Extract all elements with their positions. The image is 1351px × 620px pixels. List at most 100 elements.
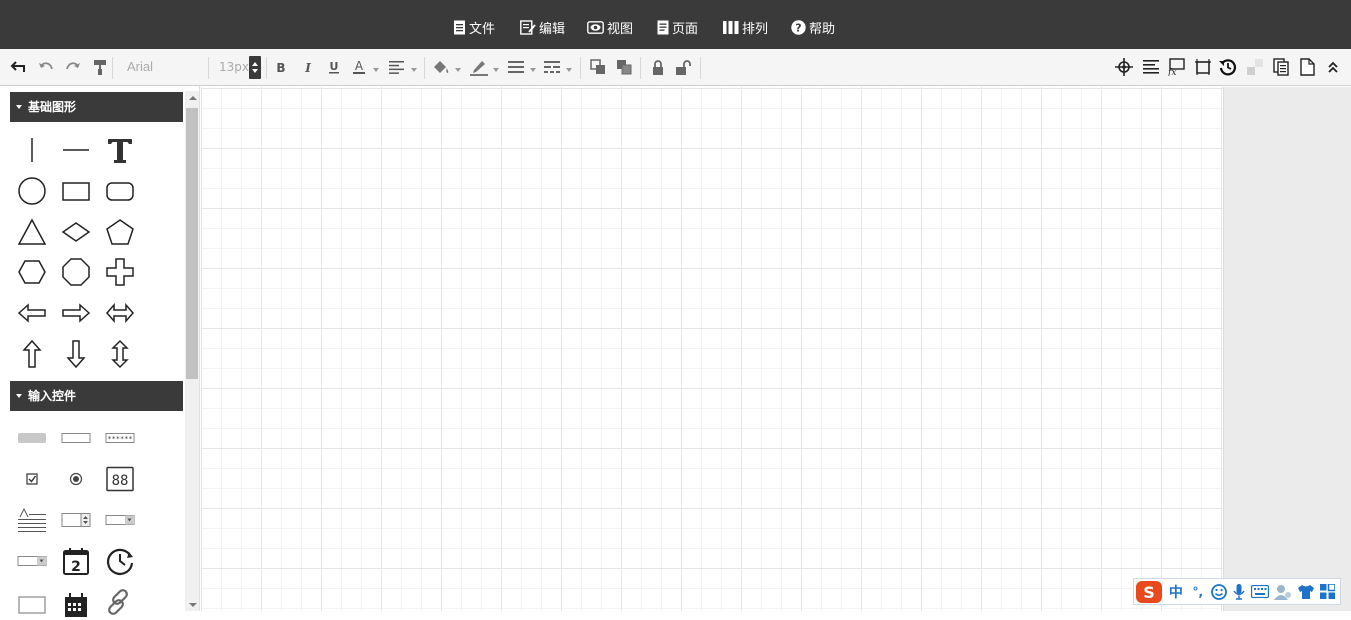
down-arrow-shape[interactable] (58, 336, 94, 372)
panel-box-icon (18, 596, 46, 614)
menu-arrange-label: 排列 (742, 21, 769, 37)
horizontal-line-shape[interactable] (58, 132, 94, 168)
font-color-button[interactable]: A (350, 58, 368, 76)
unlock-icon (676, 59, 691, 75)
menu-edit[interactable]: 编辑 (520, 17, 565, 37)
panel-control[interactable] (14, 584, 50, 620)
copy-page-button[interactable] (1272, 58, 1290, 76)
bring-to-front-button[interactable] (589, 58, 607, 76)
pentagon-shape[interactable] (102, 214, 138, 250)
ime-mode-toggle[interactable]: 中 (1166, 582, 1185, 602)
up-arrow-shape[interactable] (14, 336, 50, 372)
number-display-control[interactable]: 88 (102, 461, 138, 497)
toolbar-divider (424, 57, 425, 79)
send-to-back-button[interactable] (615, 58, 633, 76)
redo-button[interactable] (64, 58, 82, 76)
textarea-control[interactable] (14, 502, 50, 538)
ime-emoji-button[interactable] (1210, 582, 1227, 602)
drawing-canvas[interactable] (201, 87, 1223, 611)
text-shape[interactable] (102, 132, 138, 168)
textarea-icon (18, 507, 46, 532)
bold-button[interactable]: B (272, 58, 290, 76)
ime-logo[interactable]: S (1136, 580, 1163, 603)
circle-shape[interactable] (14, 173, 50, 209)
select-control[interactable] (102, 502, 138, 538)
italic-button[interactable]: I (299, 58, 317, 76)
svg-text:2: 2 (71, 559, 81, 575)
vertical-line-shape[interactable] (14, 132, 50, 168)
date-picker-control[interactable]: 2 (58, 543, 94, 579)
rounded-rectangle-shape[interactable] (102, 173, 138, 209)
combobox-control[interactable] (14, 543, 50, 579)
insert-function-button[interactable]: fx (1167, 58, 1185, 76)
fill-color-button[interactable] (432, 58, 450, 76)
line-style-button[interactable] (543, 58, 561, 76)
text-block-button[interactable] (1142, 58, 1160, 76)
format-painter-button[interactable] (91, 58, 109, 76)
ime-punctuation-toggle[interactable]: °, (1189, 582, 1206, 602)
ime-user-button[interactable] (1273, 582, 1292, 602)
panel-basic-shapes-header[interactable]: 基础图形 (10, 92, 183, 122)
spinner-control[interactable] (58, 502, 94, 538)
password-input-control[interactable]: ****** (102, 420, 138, 456)
time-picker-control[interactable] (102, 543, 138, 579)
resize-button[interactable] (1194, 58, 1212, 76)
menu-view[interactable]: 视图 (587, 17, 633, 37)
menu-arrange[interactable]: 排列 (723, 17, 768, 37)
lock-button[interactable] (649, 58, 667, 76)
menu-help[interactable]: ? 帮助 (791, 17, 835, 37)
checker-icon (1247, 59, 1263, 75)
text-t-icon (108, 139, 132, 163)
hexagon-shape[interactable] (14, 254, 50, 290)
font-size-value: 13px (219, 60, 249, 74)
diamond-shape[interactable] (58, 214, 94, 250)
transparency-button[interactable] (1246, 58, 1264, 76)
history-button[interactable] (1219, 58, 1237, 76)
file-icon (454, 20, 465, 34)
new-page-button[interactable] (1298, 58, 1316, 76)
back-button[interactable] (9, 58, 27, 76)
shape-library-sidebar: 基础图形 输入控件 ****** 88 2 (0, 86, 200, 617)
radio-control[interactable] (58, 461, 94, 497)
menu-page[interactable]: 页面 (657, 17, 698, 37)
canvas-right-margin (1223, 87, 1351, 611)
scroll-up-icon[interactable] (189, 96, 197, 100)
text-input-control[interactable] (58, 420, 94, 456)
checkbox-control[interactable] (14, 461, 50, 497)
send-to-back-icon (617, 60, 632, 75)
panel-title: 输入控件 (28, 389, 77, 403)
link-control[interactable] (102, 584, 138, 620)
ime-voice-button[interactable] (1231, 582, 1246, 602)
sidebar-scrollbar-thumb[interactable] (186, 108, 198, 379)
ime-keyboard-button[interactable] (1250, 582, 1269, 602)
menu-help-label: 帮助 (809, 21, 836, 37)
left-arrow-shape[interactable] (14, 295, 50, 331)
crosshair-button[interactable] (1115, 58, 1133, 76)
up-down-arrow-shape[interactable] (102, 336, 138, 372)
triangle-shape[interactable] (14, 214, 50, 250)
calendar-grid-icon (65, 593, 87, 617)
ime-toolbox-button[interactable] (1319, 582, 1336, 602)
calendar-control[interactable] (58, 584, 94, 620)
font-size-stepper[interactable] (249, 56, 261, 79)
unlock-button[interactable] (674, 58, 692, 76)
underline-button[interactable]: U (325, 58, 343, 76)
cross-shape[interactable] (102, 254, 138, 290)
font-family-select[interactable]: Arial (119, 58, 203, 76)
scroll-down-icon[interactable] (189, 603, 197, 607)
undo-button[interactable] (37, 58, 55, 76)
menu-file[interactable]: 文件 (453, 17, 495, 37)
right-arrow-shape[interactable] (58, 295, 94, 331)
button-control[interactable] (14, 420, 50, 456)
back-arrow-icon (10, 61, 25, 72)
line-color-button[interactable] (470, 58, 488, 76)
collapse-toolbar-button[interactable] (1324, 58, 1342, 76)
ime-toolbar: S 中 °, (1133, 578, 1341, 605)
double-arrow-shape[interactable] (102, 295, 138, 331)
octagon-shape[interactable] (58, 254, 94, 290)
rectangle-shape[interactable] (58, 173, 94, 209)
ime-skin-button[interactable] (1296, 582, 1315, 602)
panel-input-controls-header[interactable]: 输入控件 (10, 381, 183, 411)
text-align-button[interactable] (388, 58, 406, 76)
line-width-button[interactable] (507, 58, 525, 76)
